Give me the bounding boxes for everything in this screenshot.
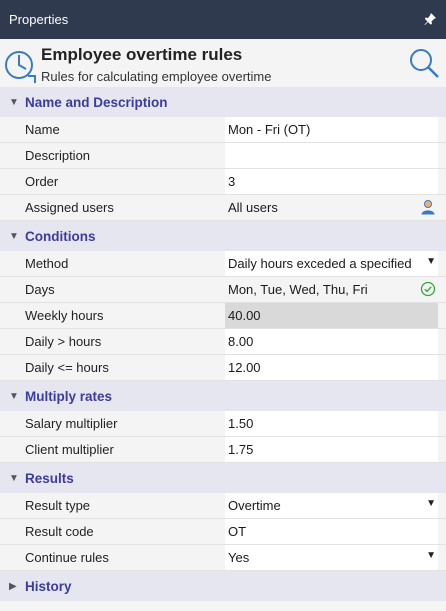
salary-multiplier-input[interactable]: 1.50 [225, 411, 438, 436]
property-label: Daily <= hours [25, 360, 109, 375]
chevron-down-icon: ▼ [9, 390, 19, 402]
chevron-down-icon: ▼ [9, 230, 19, 242]
section-conditions[interactable]: ▼ Conditions [0, 221, 446, 251]
daily-gt-hours-input[interactable]: 8.00 [225, 329, 438, 354]
section-label: History [25, 578, 72, 594]
client-multiplier-input[interactable]: 1.75 [225, 437, 438, 462]
order-input[interactable]: 3 [225, 169, 438, 194]
section-name-description[interactable]: ▼ Name and Description [0, 87, 446, 117]
property-row-salary-multiplier: Salary multiplier 1.50 [0, 411, 446, 437]
property-row-order: Order 3 [0, 169, 446, 195]
name-input[interactable]: Mon - Fri (OT) [225, 117, 438, 142]
weekly-hours-input[interactable]: 40.00 [225, 303, 438, 328]
section-results[interactable]: ▼ Results [0, 463, 446, 493]
assigned-users-value[interactable]: All users [225, 195, 438, 220]
property-row-weekly-hours: Weekly hours 40.00 [0, 303, 446, 329]
property-label: Weekly hours [25, 308, 104, 323]
property-label: Method [25, 256, 69, 271]
section-label: Name and Description [25, 94, 168, 110]
result-code-input[interactable]: OT [225, 519, 438, 544]
chevron-down-icon[interactable]: ▼ [426, 498, 436, 509]
property-row-daily-lte-hours: Daily <= hours 12.00 [0, 355, 446, 381]
description-input[interactable] [225, 143, 438, 168]
property-label: Salary multiplier [25, 416, 118, 431]
property-row-method: Method Daily hours exceded a specified ▼ [0, 251, 446, 277]
section-label: Results [25, 470, 74, 486]
clock-icon [5, 51, 36, 83]
property-label: Result code [25, 524, 94, 539]
header-title: Employee overtime rules [41, 45, 243, 64]
panel-bottom [0, 603, 446, 611]
property-row-continue-rules: Continue rules Yes ▼ [0, 545, 446, 571]
panel-titlebar: Properties [0, 0, 446, 39]
object-header: Employee overtime rules Rules for calcul… [0, 39, 446, 87]
property-row-daily-gt-hours: Daily > hours 8.00 [0, 329, 446, 355]
chevron-down-icon[interactable]: ▼ [426, 256, 436, 267]
section-multiply-rates[interactable]: ▼ Multiply rates [0, 381, 446, 411]
property-label: Days [25, 282, 55, 297]
property-row-client-multiplier: Client multiplier 1.75 [0, 437, 446, 463]
pin-icon[interactable] [423, 12, 437, 26]
result-type-select[interactable]: Overtime ▼ [225, 493, 438, 518]
check-circle-icon [420, 281, 436, 297]
property-row-result-code: Result code OT [0, 519, 446, 545]
section-label: Conditions [25, 228, 96, 244]
continue-rules-select[interactable]: Yes ▼ [225, 545, 438, 570]
property-label: Description [25, 148, 91, 163]
property-row-name: Name Mon - Fri (OT) [0, 117, 446, 143]
days-value[interactable]: Mon, Tue, Wed, Thu, Fri [225, 277, 438, 302]
property-row-result-type: Result type Overtime ▼ [0, 493, 446, 519]
property-label: Daily > hours [25, 334, 102, 349]
property-label: Client multiplier [25, 442, 114, 457]
panel-title: Properties [9, 12, 69, 27]
property-grid: ▼ Name and Description Name Mon - Fri (O… [0, 87, 446, 601]
property-row-days: Days Mon, Tue, Wed, Thu, Fri [0, 277, 446, 303]
property-label: Name [25, 122, 60, 137]
chevron-down-icon: ▼ [9, 96, 19, 108]
chevron-down-icon: ▼ [9, 472, 19, 484]
chevron-right-icon: ▶ [9, 580, 17, 592]
user-icon[interactable] [420, 199, 436, 215]
search-icon[interactable] [408, 47, 440, 79]
daily-lte-hours-input[interactable]: 12.00 [225, 355, 438, 380]
property-label: Result type [25, 498, 91, 513]
section-label: Multiply rates [25, 388, 113, 404]
property-label: Continue rules [25, 550, 109, 565]
header-subtitle: Rules for calculating employee overtime [41, 69, 272, 84]
property-row-assigned-users: Assigned users All users [0, 195, 446, 221]
property-row-description: Description [0, 143, 446, 169]
chevron-down-icon[interactable]: ▼ [426, 550, 436, 561]
section-history[interactable]: ▶ History [0, 571, 446, 601]
property-label: Order [25, 174, 59, 189]
method-select[interactable]: Daily hours exceded a specified ▼ [225, 251, 438, 276]
property-label: Assigned users [25, 200, 114, 215]
